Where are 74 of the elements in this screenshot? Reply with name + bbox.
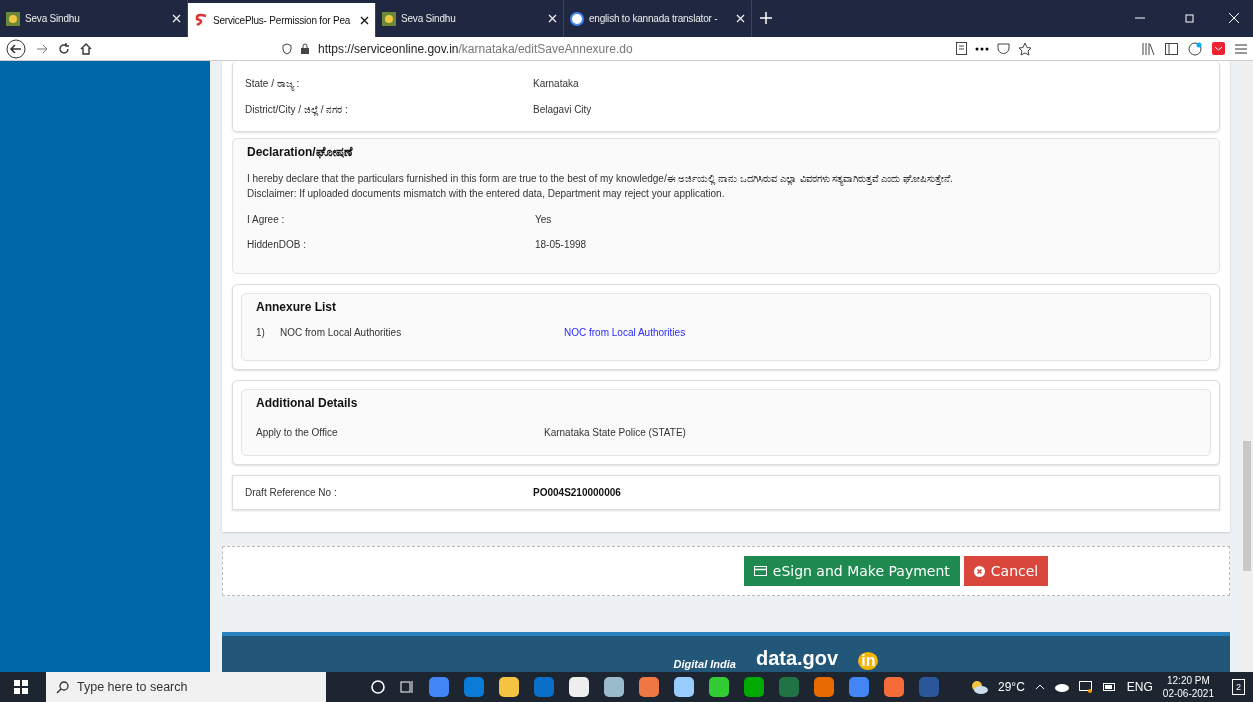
lock-icon [300,42,310,55]
browser-tab[interactable]: Seva Sindhu [376,0,564,37]
cancel-button[interactable]: Cancel [963,556,1049,586]
chevron-up-icon[interactable] [1034,684,1045,690]
field-label: Draft Reference No : [245,487,338,498]
logo-icon [6,11,20,26]
shield-icon [282,42,292,55]
library-icon[interactable] [1142,42,1155,55]
field-value: Karnataka State Police (STATE) [544,427,687,438]
logo-icon [194,13,208,27]
forward-icon[interactable] [36,42,48,55]
card-icon [753,566,767,576]
windows-icon[interactable] [14,680,28,694]
home-icon[interactable] [80,42,92,55]
field-label: HiddenDOB : [247,239,307,250]
app-icon[interactable] [604,677,624,697]
reader-icon[interactable] [956,42,967,55]
taskbar-clock[interactable]: 12:20 PM 02-06-2021 [1162,674,1214,700]
field-label: State / ರಾಜ್ಯ : [245,78,301,90]
menu-icon[interactable] [1235,43,1247,54]
section-title: Declaration/ಘೋಷಣೆ [247,145,354,159]
document-name: NOC from Local Authorities [280,327,403,338]
pocket-icon[interactable] [997,42,1010,55]
app-icon[interactable] [674,677,694,697]
section-title: Annexure List [256,300,337,314]
field-value: Belagavi City [533,104,593,116]
back-icon[interactable] [6,38,26,59]
payment-button[interactable]: eSign and Make Payment [743,556,960,586]
close-circle-icon [973,565,985,577]
field-value: 18-05-1998 [535,239,588,250]
pocket-icon[interactable] [1212,42,1225,55]
browser-tab[interactable]: ServicePlus- Permission for Pea [188,3,376,37]
document-link[interactable]: NOC from Local Authorities [564,327,686,338]
temperature: 29°C [998,680,1025,694]
taskbar-search-field[interactable]: Type here to search [46,672,326,702]
sidebar-icon[interactable] [1165,42,1178,55]
language-indicator[interactable]: ENG [1126,680,1153,694]
plus-icon[interactable] [760,12,772,24]
app-icon[interactable] [499,677,519,697]
footer-logo-text: data.gov [755,647,839,670]
field-label: I Agree : [247,214,286,225]
cloud-icon[interactable] [1054,682,1069,692]
field-label: Apply to the Office [256,427,339,438]
footer-logo-text: Digital India [673,658,736,670]
section-title: Additional Details [256,396,359,410]
search-icon [56,680,69,694]
weather-icon [970,680,988,694]
reference-number: PO004S210000006 [533,487,622,498]
account-icon[interactable] [1188,41,1202,56]
reload-icon[interactable] [58,42,70,55]
more-icon[interactable] [975,46,989,51]
battery-icon[interactable] [1102,683,1117,691]
declaration-text: Disclaimer: If uploaded documents mismatch with the entered data, Department may reject your application. [246,187,726,201]
item-number: 1) [256,327,266,338]
app-icon[interactable] [709,677,729,697]
network-icon[interactable] [1078,681,1093,693]
task-view-icon[interactable] [400,680,414,694]
field-label: District/City / ಜಿಲ್ಲೆ / ನಗರ : [245,104,349,116]
logo-icon [382,11,396,26]
field-value: Yes [535,214,553,225]
footer-logo-text: in [858,652,879,670]
app-icon[interactable] [639,677,659,697]
declaration-text: I hereby declare that the particulars furnished in this form are true to the best of my knowledge/ಈ ಅರ್ಜಿಯಲ್ಲಿ ನಾನು ಒದಗಿಸಿರುವ ಎಲ್ಲಾ ವಿವರಗಳು ಸತ್ಯವಾಗಿರುತ್ತವೆ ಎಂದು ಘೋಷಿಸುತ್ತೇನೆ. [246,172,954,186]
globe-icon [570,11,584,26]
browser-tab[interactable]: english to kannada translator - [564,0,752,37]
scrollbar[interactable] [1240,61,1253,672]
restore-icon[interactable] [1185,13,1195,23]
field-value: Karnataka [533,78,580,90]
notification-count[interactable]: 2 [1232,679,1245,695]
star-icon[interactable] [1018,41,1032,56]
url-field[interactable]: https://serviceonline.gov.in/karnataka/editSaveAnnexure.do [318,41,633,56]
circle-icon[interactable] [371,680,385,694]
close-icon[interactable] [360,15,369,25]
app-icon[interactable] [569,677,589,697]
